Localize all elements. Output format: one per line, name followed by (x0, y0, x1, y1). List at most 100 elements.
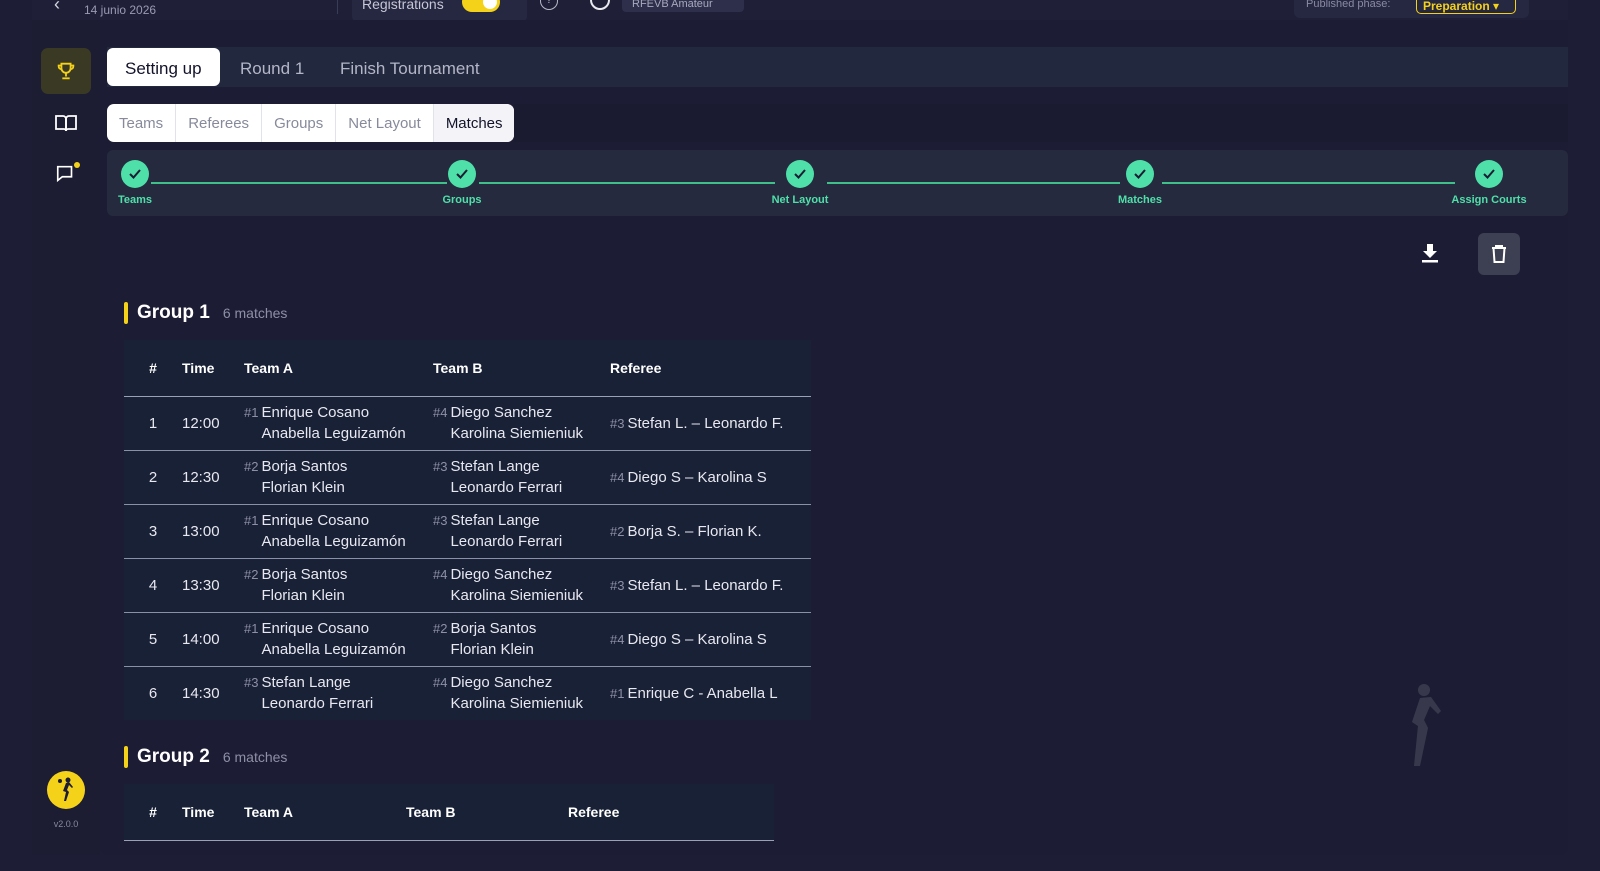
team-a-cell: #1 Enrique Cosano Anabella Leguizamón (244, 396, 433, 451)
subtab-groups[interactable]: Groups (262, 104, 337, 142)
main-panel: Setting up Round 1 Finish Tournament Tea… (100, 20, 1568, 855)
team-b-cell: #4 Diego Sanchez Karolina Siemieniuk (433, 558, 610, 613)
group-match-count: 6 matches (222, 305, 288, 321)
team-seed: #3 (244, 675, 259, 691)
column-header-team-a: Team A (244, 340, 433, 397)
referee-name: Diego S – Karolina S (627, 468, 767, 486)
player-name: Borja Santos (261, 566, 348, 583)
player-name: Anabella Leguizamón (261, 533, 406, 550)
referee-seed: #1 (610, 685, 625, 701)
player-name: Stefan Lange (450, 458, 540, 475)
player-name: Stefan Lange (261, 674, 351, 692)
player-name: Leonardo Ferrari (450, 479, 563, 496)
player-name: Borja Santos (450, 620, 537, 637)
tab-finish-tournament[interactable]: Finish Tournament (322, 48, 498, 86)
referee-name: Borja S. – Florian K. (627, 522, 762, 540)
book-icon (55, 115, 77, 132)
table-row[interactable]: 1 12:00 #1 Enrique Cosano Anabella Leguizamó… (124, 396, 811, 451)
team-seed: #3 (433, 459, 448, 474)
registrations-toggle[interactable] (462, 0, 500, 12)
team-seed: #2 (433, 621, 448, 636)
referee-name: Stefan L. – Leonardo F. (627, 576, 784, 594)
team-seed: #1 (244, 621, 259, 636)
progress-stepper: Teams Groups Net Layout Matches Assign C… (107, 150, 1568, 216)
player-name: Enrique Cosano (261, 404, 370, 421)
player-name: Diego Sanchez (450, 566, 553, 583)
match-number: 5 (124, 612, 182, 667)
tab-round-1[interactable]: Round 1 (222, 48, 322, 86)
chevron-left-icon[interactable]: ‹ (54, 0, 60, 15)
referee-cell: #4 Diego S – Karolina S (610, 612, 811, 667)
match-time: 14:30 (182, 684, 220, 702)
step-assign-courts-check-icon[interactable] (1475, 160, 1503, 188)
team-seed: #4 (433, 405, 448, 420)
delete-button[interactable] (1478, 233, 1520, 275)
team-seed: #2 (244, 567, 259, 582)
circle-icon[interactable] (590, 0, 610, 10)
referee-seed: #4 (610, 631, 625, 647)
team-seed: #1 (244, 513, 259, 528)
subtab-matches[interactable]: Matches (433, 104, 514, 142)
referee-cell: #2 Borja S. – Florian K. (610, 504, 811, 559)
division-chip[interactable]: RFEVB Amateur (622, 0, 744, 12)
team-b-cell: #2 Borja Santos Florian Klein (433, 612, 610, 667)
volleyball-player-watermark-icon (1412, 684, 1441, 766)
step-connector (479, 182, 775, 184)
sidebar-item-messages[interactable] (41, 151, 91, 197)
division-chip-label: RFEVB Amateur (632, 0, 713, 10)
player-name: Anabella Leguizamón (261, 425, 406, 442)
volleyball-player-icon[interactable] (47, 771, 85, 809)
step-label: Assign Courts (1451, 194, 1527, 206)
registrations-label: Registrations (362, 0, 444, 12)
sub-tabs: Teams Referees Groups Net Layout Matches (107, 104, 514, 142)
referee-name: Stefan L. – Leonardo F. (627, 414, 784, 432)
subtab-net-layout[interactable]: Net Layout (336, 104, 434, 142)
tab-setting-up[interactable]: Setting up (107, 48, 220, 86)
player-name: Diego Sanchez (450, 674, 553, 692)
player-name: Leonardo Ferrari (450, 533, 563, 550)
sidebar-item-rules[interactable] (41, 100, 91, 146)
column-header-referee: Referee (568, 784, 774, 841)
match-time: 13:30 (182, 558, 244, 613)
published-phase-select[interactable]: Preparation ▾ (1416, 0, 1516, 14)
step-matches-check-icon[interactable] (1126, 160, 1154, 188)
subtab-teams[interactable]: Teams (107, 104, 177, 142)
column-header-num: # (124, 784, 182, 841)
divider (337, 0, 338, 14)
team-seed: #3 (433, 513, 448, 528)
step-label: Groups (442, 194, 482, 206)
referee-cell: #3 Stefan L. – Leonardo F. (610, 396, 811, 451)
table-row[interactable]: 6 14:30 #3 Stefan Lange Leonardo Ferrari #4 Di… (124, 666, 811, 720)
referee-seed: #3 (610, 415, 625, 431)
player-name: Diego Sanchez (450, 404, 553, 421)
trash-icon (1492, 245, 1506, 263)
referee-name: Enrique C - Anabella L (627, 684, 778, 702)
team-a-cell: #2 Borja Santos Florian Klein (244, 450, 433, 505)
team-a-cell: #2 Borja Santos Florian Klein (244, 558, 433, 613)
help-circle-icon[interactable]: ? (540, 0, 558, 10)
table-row[interactable]: 4 13:30 #2 Borja Santos Florian Klein #4 Diego… (124, 558, 811, 613)
player-name: Karolina Siemieniuk (450, 587, 584, 604)
table-row[interactable]: 3 13:00 #1 Enrique Cosano Anabella Leguizamó… (124, 504, 811, 559)
group-match-count: 6 matches (222, 749, 288, 765)
subtab-referees[interactable]: Referees (176, 104, 263, 142)
team-a-cell: #1 Enrique Cosano Anabella Leguizamón (244, 612, 433, 667)
phase-tabs: Setting up Round 1 Finish Tournament (107, 47, 1568, 87)
table-header-row: # Time Team A Team B Referee (124, 784, 774, 841)
download-button[interactable] (1410, 233, 1450, 273)
trophy-icon (57, 62, 75, 80)
step-teams-check-icon[interactable] (121, 160, 149, 188)
match-number: 2 (124, 450, 182, 505)
table-row[interactable]: 2 12:30 #2 Borja Santos Florian Klein #3 Stefa… (124, 450, 811, 505)
step-groups-check-icon[interactable] (448, 160, 476, 188)
player-name: Anabella Leguizamón (261, 641, 406, 658)
column-header-time: Time (182, 784, 244, 841)
referee-cell: #1 Enrique C - Anabella L (610, 666, 811, 720)
sidebar-item-tournament[interactable] (41, 48, 91, 94)
table-row[interactable]: 5 14:00 #1 Enrique Cosano Anabella Leguizamó… (124, 612, 811, 667)
step-net-layout-check-icon[interactable] (786, 160, 814, 188)
group-header: Group 1 6 matches (124, 301, 287, 325)
step-label: Net Layout (771, 194, 829, 206)
referee-name: Diego S – Karolina S (627, 630, 767, 648)
referee-cell: #3 Stefan L. – Leonardo F. (610, 558, 811, 613)
